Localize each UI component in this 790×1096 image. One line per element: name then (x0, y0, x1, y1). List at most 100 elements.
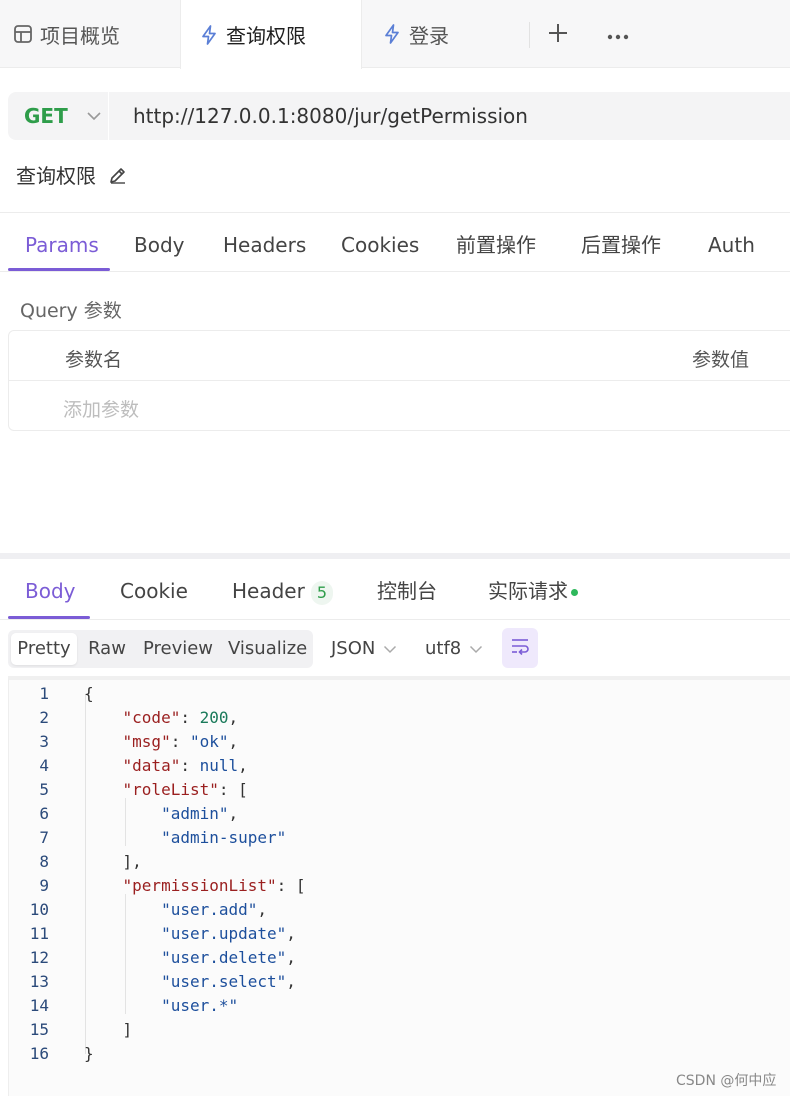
tab-login[interactable]: 登录 (381, 0, 449, 68)
url-bar: GET http://127.0.0.1:8080/jur/getPermiss… (8, 92, 790, 140)
word-wrap-button[interactable] (502, 628, 538, 668)
json-punct: , (286, 948, 296, 967)
json-punct: , (238, 756, 248, 775)
code-text: "code": 200, (84, 706, 239, 730)
line-number: 11 (29, 924, 49, 943)
code-text: "user.update", (84, 922, 296, 946)
divider (0, 212, 790, 213)
tab-label: 项目概览 (40, 23, 120, 48)
response-tab-body[interactable]: Body (25, 566, 76, 616)
code-line: 8 ], (9, 850, 790, 874)
code-text: "admin-super" (84, 826, 286, 850)
param-name-header: 参数名 (65, 349, 123, 371)
request-name-label: 查询权限 (16, 164, 96, 188)
json-punct: , (228, 732, 239, 751)
code-text: "user.add", (84, 898, 267, 922)
json-punct: : (276, 876, 296, 895)
panel-splitter[interactable] (0, 553, 790, 559)
view-preview[interactable]: Preview (142, 630, 214, 668)
new-tab-button[interactable] (541, 18, 575, 52)
view-visualize[interactable]: Visualize (228, 630, 307, 668)
format-label: JSON (331, 638, 376, 659)
tab-query-permission[interactable]: 查询权限 (180, 0, 362, 69)
params-table-header: 参数名 参数值 (9, 331, 790, 381)
line-number: 5 (39, 780, 49, 799)
tab-post-processors[interactable]: 后置操作 (581, 214, 661, 272)
line-number: 13 (29, 972, 49, 991)
tab-label: 控制台 (377, 579, 437, 603)
url-input[interactable]: http://127.0.0.1:8080/jur/getPermission (133, 104, 528, 128)
line-number: 10 (29, 900, 49, 919)
line-number: 7 (39, 828, 49, 847)
edit-icon[interactable] (108, 165, 128, 185)
plus-icon (547, 22, 569, 48)
tab-label: 查询权限 (226, 24, 306, 48)
query-params-label: Query 参数 (20, 300, 122, 322)
divider (108, 92, 109, 140)
code-line: 6 "admin", (9, 802, 790, 826)
code-text: ] (84, 1018, 133, 1042)
code-text: "data": null, (84, 754, 248, 778)
add-param-input[interactable]: 添加参数 (63, 395, 139, 422)
tab-params[interactable]: Params (25, 214, 99, 272)
code-line: 7 "admin-super" (9, 826, 790, 850)
tab-label: Body (25, 579, 76, 603)
code-line: 9 "permissionList": [ (9, 874, 790, 898)
param-value-header: 参数值 (692, 349, 750, 371)
json-key: "permissionList" (122, 876, 277, 895)
json-punct: , (257, 900, 268, 919)
code-text: "msg": "ok", (84, 730, 239, 754)
json-string: "user.select" (161, 972, 287, 991)
format-select[interactable]: JSON (331, 630, 397, 668)
view-mode-switch: Pretty Raw Preview Visualize (8, 630, 313, 668)
json-value: [ (295, 876, 306, 895)
json-punct: { (84, 684, 94, 703)
json-key: "msg" (122, 732, 171, 751)
line-number: 14 (29, 996, 49, 1015)
code-text: } (84, 1042, 94, 1066)
code-line: 3 "msg": "ok", (9, 730, 790, 754)
more-tabs-button[interactable] (601, 18, 635, 52)
encoding-select[interactable]: utf8 (425, 630, 483, 668)
code-line: 16} (9, 1042, 790, 1066)
json-value: 200 (199, 708, 229, 727)
tab-auth[interactable]: Auth (708, 214, 755, 272)
json-value: "ok" (189, 732, 229, 751)
view-raw[interactable]: Raw (84, 630, 130, 668)
response-tab-cookie[interactable]: Cookie (120, 566, 188, 616)
encoding-label: utf8 (425, 638, 462, 659)
tab-headers[interactable]: Headers (223, 214, 306, 272)
json-punct: : (180, 756, 200, 775)
tab-body[interactable]: Body (134, 214, 185, 272)
response-body-viewer[interactable]: 1{2 "code": 200, 3 "msg": "ok", 4 "data": … (8, 676, 790, 1096)
params-table: 参数名 参数值 添加参数 (8, 330, 790, 431)
layout-icon (12, 23, 34, 45)
line-number: 2 (39, 708, 49, 727)
line-number: 4 (39, 756, 49, 775)
json-punct: , (228, 708, 239, 727)
view-pretty[interactable]: Pretty (11, 633, 77, 665)
method-select[interactable]: GET (8, 104, 108, 128)
code-text: "user.*" (84, 994, 238, 1018)
bolt-icon (198, 24, 220, 46)
tab-label: 实际请求 (488, 579, 568, 603)
tab-pre-processors[interactable]: 前置操作 (456, 214, 536, 272)
response-tab-console[interactable]: 控制台 (377, 566, 437, 616)
response-tab-actual-request[interactable]: 实际请求 (488, 566, 578, 616)
tab-cookies[interactable]: Cookies (341, 214, 419, 272)
tab-project-overview[interactable]: 项目概览 (12, 0, 120, 68)
json-punct: , (286, 972, 296, 991)
response-tab-header[interactable]: Header 5 (232, 566, 334, 616)
code-text: ], (84, 850, 142, 874)
json-key: "data" (122, 756, 181, 775)
tab-bar: 项目概览 查询权限 登录 (0, 0, 790, 69)
json-value: null (199, 756, 239, 775)
code-line: 13 "user.select", (9, 970, 790, 994)
